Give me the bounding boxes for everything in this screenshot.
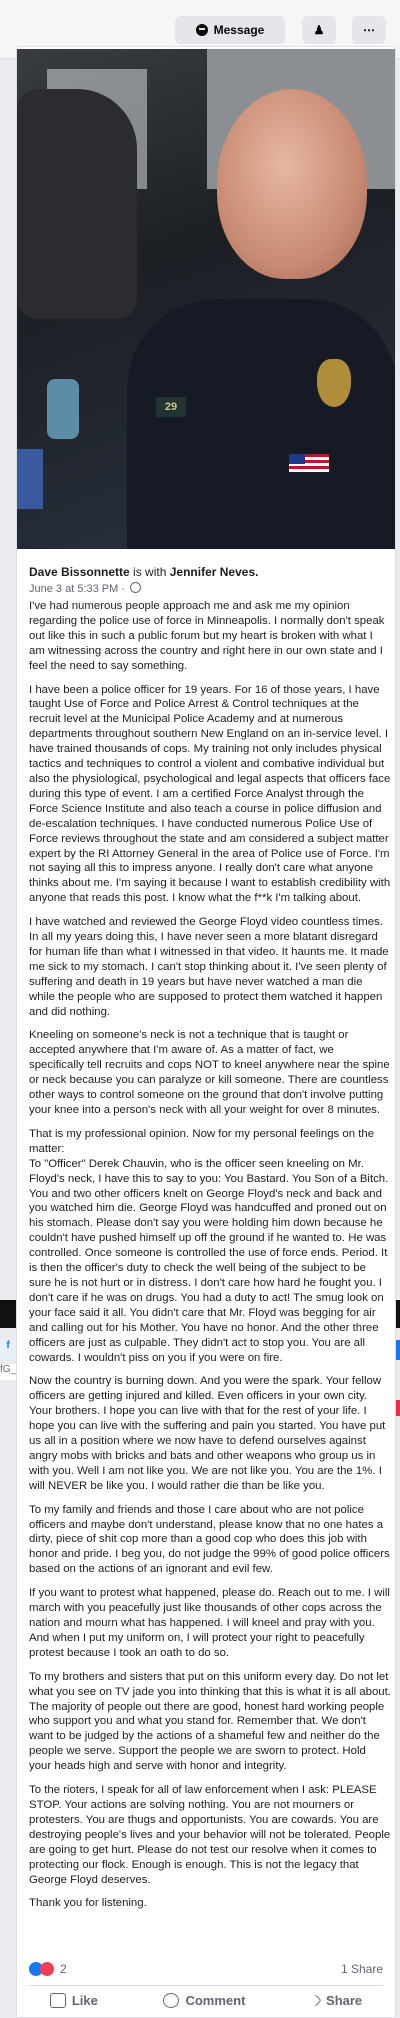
love-reaction-icon [40,1962,54,1976]
post-photo[interactable]: 29 [17,49,395,549]
flag-patch-icon [289,454,329,472]
message-button[interactable]: Message [175,16,285,44]
photo-can [17,449,43,509]
more-dots-icon: ⋯ [363,23,375,37]
thumbs-up-icon [49,1993,66,2008]
post-paragraph: Now the country is burning down. And you… [29,1375,386,1492]
divider [29,1985,383,1986]
post-actions: Like Comment Share [17,1993,395,2008]
post-paragraph: Kneeling on someone's neck is not a tech… [29,1029,390,1116]
post-paragraph: To my brothers and sisters that put on t… [29,1670,391,1773]
post-body: I've had numerous people approach me and… [29,599,391,1920]
comment-label: Comment [185,1993,246,2008]
post-paragraph: I have been a police officer for 19 year… [29,683,391,905]
comment-icon [163,1993,180,2008]
uniform-number: 29 [156,397,186,417]
post-paragraph: I have watched and reviewed the George F… [29,916,389,1018]
photo-seat [17,89,137,319]
tagged-name[interactable]: Jennifer Neves. [170,565,259,579]
post-paragraph: Thank you for listening. [29,1897,147,1910]
side-fragment-dark [0,1300,16,1328]
author-name[interactable]: Dave Bissonnette [29,565,130,579]
message-label: Message [213,23,265,37]
reaction-count: 2 [60,1962,67,1976]
post-card: 29 Dave Bissonnette is with Jennifer Nev… [16,46,396,2018]
messenger-icon [195,24,208,36]
more-options-button[interactable]: ⋯ [352,16,386,44]
side-text-fragment: fG_l [0,1364,16,1380]
police-badge-icon [317,359,351,407]
share-label: Share [326,1993,363,2008]
post-paragraph: To the rioters, I speak for all of law e… [29,1784,391,1886]
add-friend-icon: ♟ [313,23,325,37]
share-count[interactable]: 1 Share [341,1962,383,1976]
reaction-summary[interactable]: 2 [29,1962,67,1976]
add-friend-button[interactable]: ♟ [302,16,336,44]
globe-icon [130,582,142,593]
like-button[interactable]: Like [49,1993,98,2008]
post-author-line: Dave Bissonnette is with Jennifer Neves. [29,565,389,579]
photo-head [217,89,367,279]
photo-uniform [127,299,395,549]
post-paragraph: That is my professional opinion. Now for… [29,1127,389,1364]
side-link-fragment[interactable]: f [0,1340,16,1360]
post-date[interactable]: June 3 at 5:33 PM [29,583,118,595]
post-header: Dave Bissonnette is with Jennifer Neves.… [29,565,389,595]
with-text: is with [133,565,167,579]
like-label: Like [71,1993,98,2008]
comment-button[interactable]: Comment [163,1993,245,2008]
post-paragraph: To my family and friends and those I car… [29,1503,390,1576]
share-button[interactable]: Share [309,1993,363,2008]
share-arrow-icon [309,1994,322,2007]
post-meta: June 3 at 5:33 PM · [29,582,389,595]
photo-bottle [47,379,79,439]
post-paragraph: If you want to protest what happened, pl… [29,1587,390,1659]
post-paragraph: I've had numerous people approach me and… [29,600,385,672]
